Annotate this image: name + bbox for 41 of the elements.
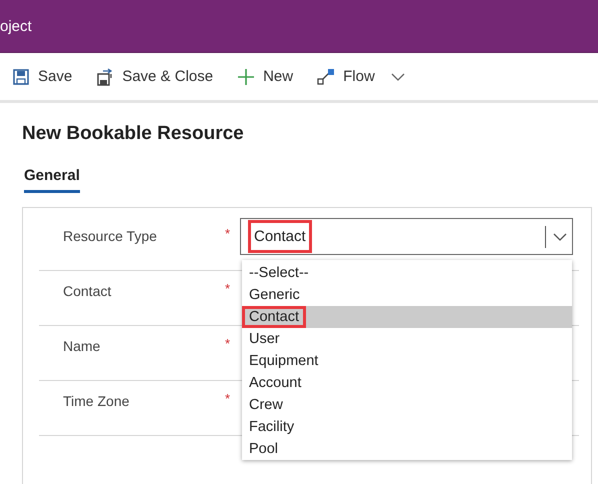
new-button[interactable]: New	[237, 68, 294, 86]
required-asterisk: *	[225, 390, 232, 408]
dropdown-option[interactable]: Contact	[242, 306, 572, 328]
dropdown-option[interactable]: --Select--	[242, 262, 572, 284]
dropdown-option[interactable]: Pool	[242, 438, 572, 460]
option-text: User	[248, 330, 281, 349]
field-label: Contact	[62, 282, 112, 301]
flow-icon	[317, 68, 336, 86]
app-title: oject	[0, 18, 32, 34]
save-close-icon	[96, 68, 114, 86]
dropdown-option[interactable]: Equipment	[242, 350, 572, 372]
new-icon	[237, 68, 256, 86]
dropdown-option[interactable]: Crew	[242, 394, 572, 416]
dropdown-option[interactable]: Generic	[242, 284, 572, 306]
required-asterisk: *	[225, 280, 232, 298]
option-text: Generic	[248, 286, 301, 305]
dropdown-option[interactable]: Facility	[242, 416, 572, 438]
field-label: Time Zone	[62, 392, 130, 411]
option-text: Equipment	[248, 352, 320, 371]
required-asterisk: *	[225, 335, 232, 353]
option-text: Contact	[242, 306, 306, 328]
save-icon	[12, 68, 30, 86]
form-tab[interactable]: General	[24, 167, 80, 193]
chevron-down-icon[interactable]	[390, 72, 405, 82]
option-text: --Select--	[248, 264, 310, 283]
required-asterisk: *	[225, 225, 232, 243]
form-title: New Bookable Resource	[22, 123, 245, 145]
option-text: Account	[248, 374, 302, 393]
dropdown-option[interactable]: Account	[242, 372, 572, 394]
save-close-button[interactable]: Save & Close	[96, 68, 214, 86]
resource-type-dropdown[interactable]: Contact	[240, 218, 573, 255]
flow-button[interactable]: Flow	[317, 68, 375, 86]
save-button[interactable]: Save	[12, 68, 72, 86]
field-label: Name	[62, 337, 102, 356]
dropdown-option[interactable]: User	[242, 328, 572, 350]
chevron-down-icon[interactable]	[553, 232, 567, 242]
field-label: Resource Type	[62, 227, 158, 246]
option-text: Crew	[248, 396, 284, 415]
option-text: Facility	[248, 418, 296, 437]
option-text: Pool	[248, 440, 280, 459]
dropdown-value: Contact	[248, 220, 312, 253]
